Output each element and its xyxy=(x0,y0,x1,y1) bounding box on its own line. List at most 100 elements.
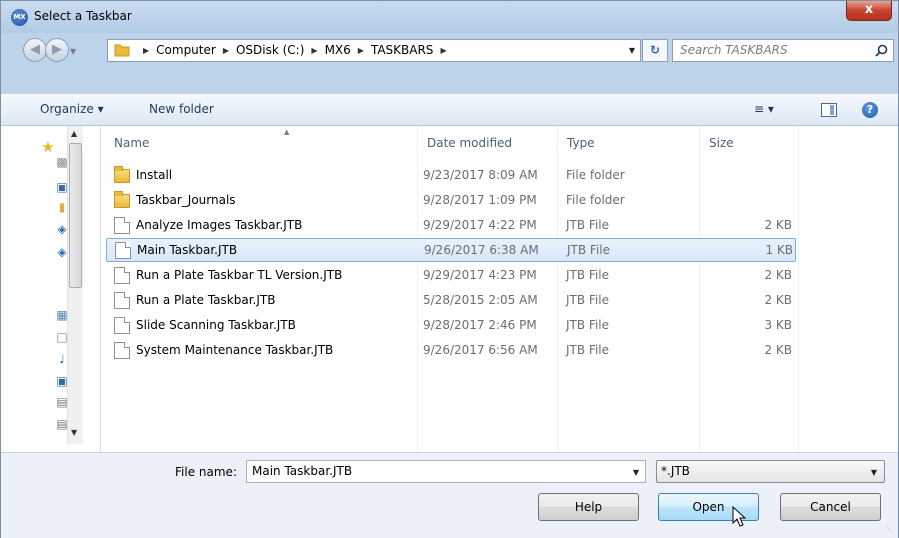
folder-icon xyxy=(114,44,130,57)
close-button[interactable]: x xyxy=(846,1,892,21)
favorites-star-icon[interactable]: ★ xyxy=(41,140,55,155)
file-type: JTB File xyxy=(566,318,609,332)
file-list: ▲ Name Date modified Type Size Install 9… xyxy=(101,126,898,452)
file-name-field[interactable]: Main Taskbar.JTB ▼ xyxy=(246,460,646,483)
navigation-pane: ★ ▩ ▣ ▮ ◈ ◈ ▦ □ ♩ ▣ ▤ ▤ ▲ ▼ xyxy=(1,126,101,452)
file-date: 9/28/2017 2:46 PM xyxy=(423,318,537,332)
file-row-analyze-images[interactable]: Analyze Images Taskbar.JTB 9/29/2017 4:2… xyxy=(106,214,796,238)
file-size: 2 KB xyxy=(764,343,792,357)
file-date: 9/23/2017 8:09 AM xyxy=(423,168,538,182)
file-date: 9/28/2017 1:09 PM xyxy=(423,193,537,207)
column-name-header[interactable]: Name xyxy=(114,136,149,150)
command-toolbar: Organize ▾ New folder ≡ ▾ ? xyxy=(1,93,898,126)
file-name: Main Taskbar.JTB xyxy=(137,243,238,257)
file-name: System Maintenance Taskbar.JTB xyxy=(136,343,334,357)
file-name-value[interactable]: Main Taskbar.JTB xyxy=(252,464,352,478)
file-size: 3 KB xyxy=(764,318,792,332)
file-row-install[interactable]: Install 9/23/2017 8:09 AM File folder xyxy=(106,164,796,188)
file-name-label: File name: xyxy=(175,465,237,479)
file-name: Run a Plate Taskbar TL Version.JTB xyxy=(136,268,343,282)
file-row-run-a-plate-tl[interactable]: Run a Plate Taskbar TL Version.JTB 9/29/… xyxy=(106,264,796,288)
file-row-run-a-plate[interactable]: Run a Plate Taskbar.JTB 5/28/2015 2:05 A… xyxy=(106,289,796,313)
file-size: 2 KB xyxy=(764,268,792,282)
document-icon xyxy=(114,292,130,309)
organize-button[interactable]: Organize ▾ xyxy=(40,102,104,116)
file-row-taskbar-journals[interactable]: Taskbar_Journals 9/28/2017 1:09 PM File … xyxy=(106,189,796,213)
refresh-button[interactable]: ↻ xyxy=(642,39,668,62)
file-name: Install xyxy=(136,168,173,182)
file-row-system-maintenance[interactable]: System Maintenance Taskbar.JTB 9/26/2017… xyxy=(106,339,796,363)
file-name: Slide Scanning Taskbar.JTB xyxy=(136,318,296,332)
chevron-down-icon[interactable]: ▼ xyxy=(633,468,639,477)
help-icon[interactable]: ? xyxy=(862,102,878,118)
scrollbar-thumb[interactable] xyxy=(69,143,82,288)
breadcrumb-osdisk[interactable]: OSDisk (C:) xyxy=(236,43,304,57)
column-type-header[interactable]: Type xyxy=(567,136,595,150)
breadcrumb-computer[interactable]: Computer xyxy=(156,43,216,57)
title-bar[interactable]: MX Select a Taskbar x xyxy=(1,1,898,33)
address-dropdown-icon[interactable]: ▼ xyxy=(629,46,635,55)
breadcrumb: ▶ Computer ▶ OSDisk (C:) ▶ MX6 ▶ TASKBAR… xyxy=(136,43,454,57)
help-button[interactable]: Help xyxy=(538,493,639,521)
document-icon xyxy=(115,242,131,259)
nav-pane-scrollbar[interactable]: ▲ ▼ xyxy=(67,126,83,444)
chevron-right-icon: ▶ xyxy=(143,45,150,55)
search-input[interactable]: Search TASKBARS xyxy=(680,43,788,57)
file-type-value: *.JTB xyxy=(661,464,690,478)
column-date-header[interactable]: Date modified xyxy=(427,136,512,150)
column-header-row: ▲ Name Date modified Type Size xyxy=(101,126,898,158)
file-row-main-taskbar[interactable]: Main Taskbar.JTB 9/26/2017 6:38 AM JTB F… xyxy=(106,238,796,262)
file-date: 5/28/2015 2:05 AM xyxy=(423,293,538,307)
file-size: 2 KB xyxy=(764,218,792,232)
breadcrumb-mx6[interactable]: MX6 xyxy=(325,43,351,57)
address-bar[interactable]: ▶ Computer ▶ OSDisk (C:) ▶ MX6 ▶ TASKBAR… xyxy=(107,39,641,62)
file-date: 9/29/2017 4:23 PM xyxy=(423,268,537,282)
document-icon xyxy=(114,342,130,359)
window-title: Select a Taskbar xyxy=(34,9,132,23)
change-view-button[interactable]: ≡ ▾ xyxy=(754,102,774,116)
back-button[interactable]: ◀ xyxy=(23,38,47,62)
file-name: Taskbar_Journals xyxy=(136,193,236,207)
chevron-right-icon[interactable]: ▶ xyxy=(311,46,317,55)
resize-grip-icon[interactable]: ⋱ xyxy=(885,525,895,535)
column-size-header[interactable]: Size xyxy=(709,136,734,150)
column-divider[interactable] xyxy=(798,126,799,452)
chevron-down-icon[interactable]: ▼ xyxy=(871,468,877,477)
file-dialog-window: MX Select a Taskbar x ◀ ▶ ▼ ▶ Computer ▶… xyxy=(0,0,899,538)
new-folder-button[interactable]: New folder xyxy=(149,102,214,116)
scroll-up-icon[interactable]: ▲ xyxy=(71,129,77,138)
file-type: JTB File xyxy=(566,343,609,357)
forward-button[interactable]: ▶ xyxy=(45,38,69,62)
file-size: 1 KB xyxy=(765,243,793,257)
document-icon xyxy=(114,267,130,284)
document-icon xyxy=(114,217,130,234)
file-type: File folder xyxy=(566,168,625,182)
breadcrumb-taskbars[interactable]: TASKBARS xyxy=(371,43,434,57)
file-type: File folder xyxy=(566,193,625,207)
mouse-cursor-icon xyxy=(732,506,746,527)
search-icon[interactable] xyxy=(875,44,888,57)
preview-pane-icon[interactable] xyxy=(821,103,837,117)
chevron-right-icon[interactable]: ▶ xyxy=(223,46,229,55)
file-date: 9/29/2017 4:22 PM xyxy=(423,218,537,232)
file-type: JTB File xyxy=(566,293,609,307)
navigation-row: ◀ ▶ ▼ ▶ Computer ▶ OSDisk (C:) ▶ MX6 ▶ T… xyxy=(1,33,898,67)
file-type-select[interactable]: *.JTB ▼ xyxy=(656,460,885,483)
file-name: Run a Plate Taskbar.JTB xyxy=(136,293,276,307)
app-icon: MX xyxy=(11,9,28,26)
document-icon xyxy=(114,317,130,334)
chevron-right-icon[interactable]: ▶ xyxy=(440,46,446,55)
file-type: JTB File xyxy=(566,268,609,282)
file-size: 2 KB xyxy=(764,293,792,307)
file-row-slide-scanning[interactable]: Slide Scanning Taskbar.JTB 9/28/2017 2:4… xyxy=(106,314,796,338)
file-name: Analyze Images Taskbar.JTB xyxy=(136,218,303,232)
cancel-button[interactable]: Cancel xyxy=(780,493,881,521)
scroll-down-icon[interactable]: ▼ xyxy=(71,428,77,437)
chevron-right-icon[interactable]: ▶ xyxy=(358,46,364,55)
recent-pages-dropdown[interactable]: ▼ xyxy=(70,47,76,56)
folder-icon xyxy=(114,166,130,183)
file-date: 9/26/2017 6:38 AM xyxy=(424,243,539,257)
search-box[interactable]: Search TASKBARS xyxy=(672,39,894,62)
folder-icon xyxy=(114,191,130,208)
dialog-footer: File name: Main Taskbar.JTB ▼ *.JTB ▼ He… xyxy=(1,452,898,538)
